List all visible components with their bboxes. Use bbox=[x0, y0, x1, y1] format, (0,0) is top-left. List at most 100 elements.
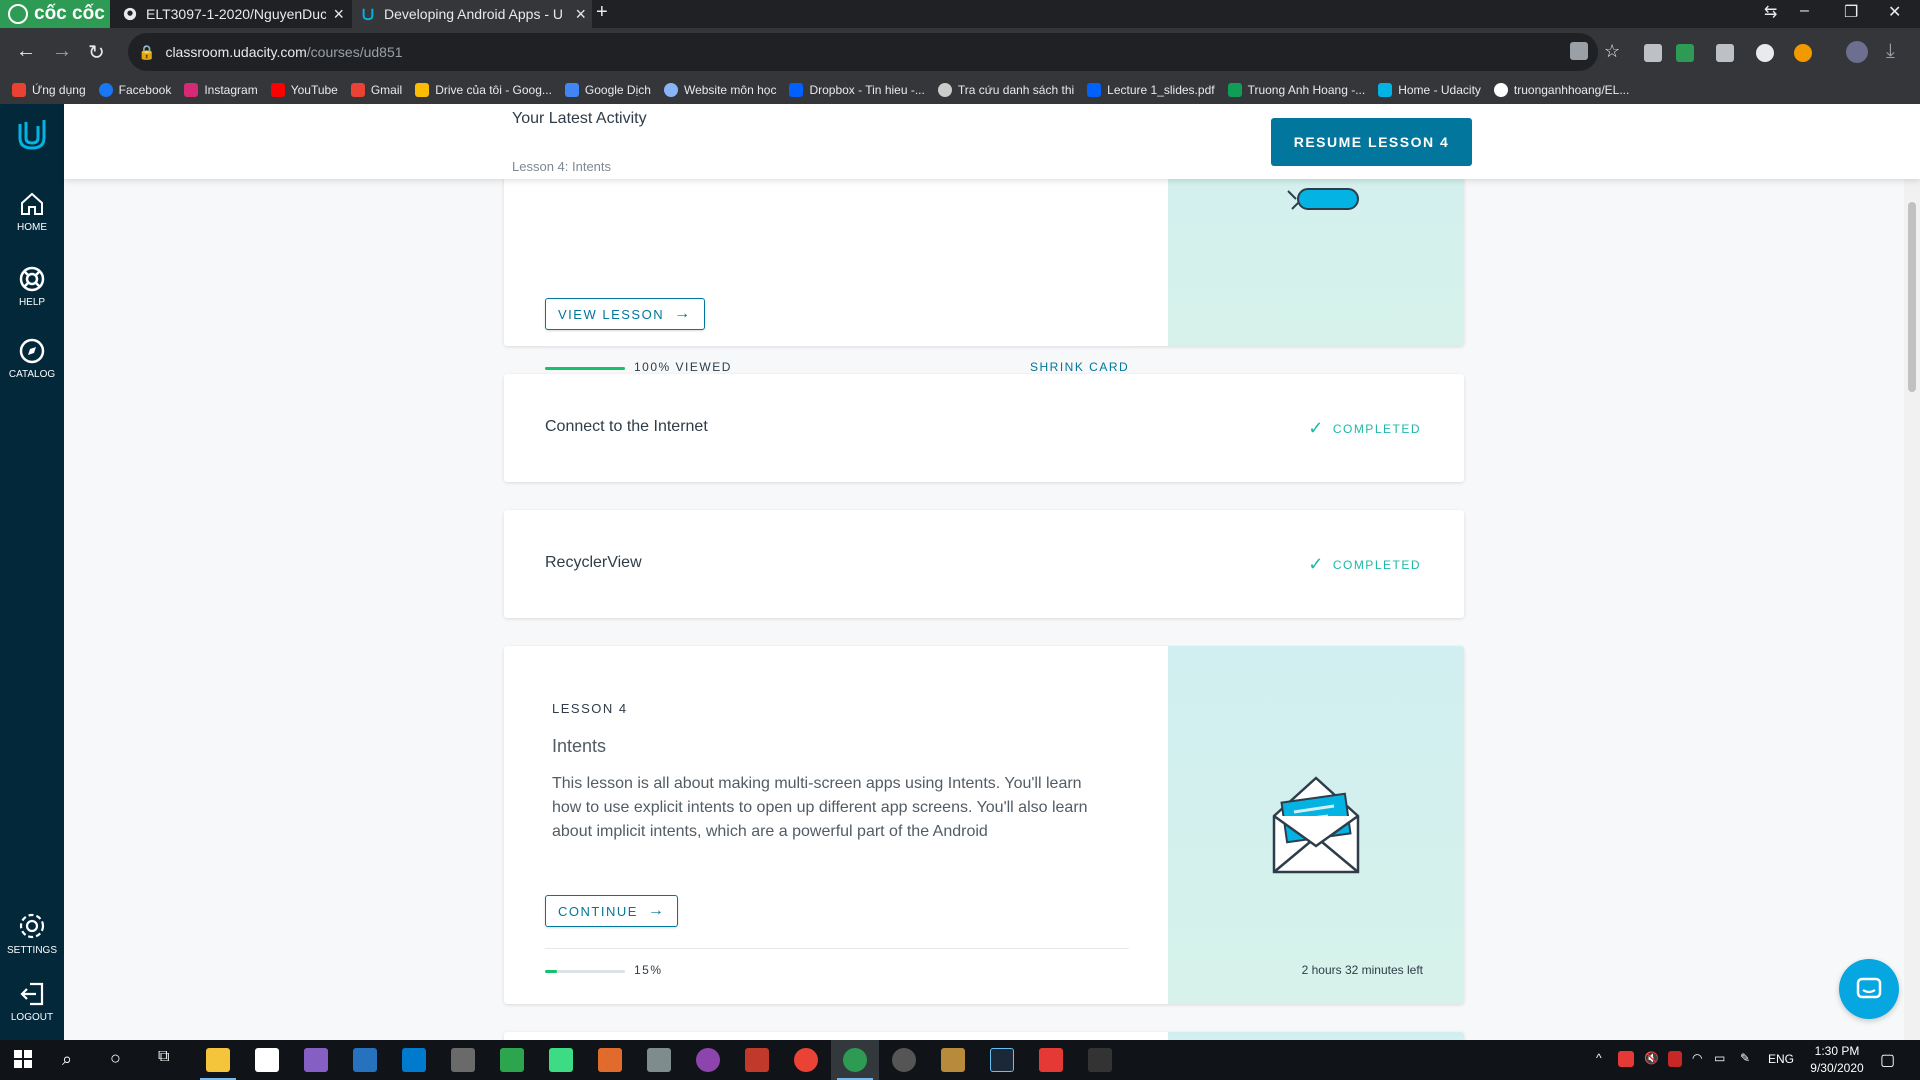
page-scrollbar[interactable] bbox=[1904, 104, 1920, 1040]
bookmark-item[interactable]: truonganhhoang/EL... bbox=[1493, 83, 1629, 97]
bookmark-label: Instagram bbox=[204, 83, 258, 97]
lesson-card-recyclerview[interactable]: RecyclerView ✓ COMPLETED bbox=[504, 510, 1464, 618]
star-icon[interactable]: ☆ bbox=[1604, 41, 1620, 62]
bookmark-item[interactable]: YouTube bbox=[270, 83, 338, 97]
app-icon[interactable] bbox=[500, 1048, 524, 1072]
restore-icon[interactable]: ❐ bbox=[1844, 2, 1858, 22]
android-studio-icon[interactable] bbox=[549, 1048, 573, 1072]
back-icon[interactable]: ← bbox=[16, 40, 36, 63]
bookmark-item[interactable]: Facebook bbox=[98, 83, 171, 97]
sidebar-item-label: HOME bbox=[17, 222, 47, 233]
tab-title: Developing Android Apps - U bbox=[384, 6, 563, 22]
extension-icon[interactable] bbox=[1794, 44, 1812, 62]
sidebar-item-home[interactable]: HOME bbox=[0, 190, 64, 233]
github-icon bbox=[122, 6, 138, 22]
tray-app-icon[interactable] bbox=[1668, 1051, 1682, 1067]
bookmark-label: Lecture 1_slides.pdf bbox=[1107, 83, 1215, 97]
extension-icon[interactable] bbox=[1756, 44, 1774, 62]
tab-search-icon[interactable]: ⇆ bbox=[1764, 2, 1777, 22]
address-bar[interactable]: 🔒 classroom.udacity.com /courses/ud851 bbox=[128, 33, 1598, 71]
sidebar-item-help[interactable]: HELP bbox=[0, 265, 64, 308]
close-icon[interactable]: × bbox=[333, 4, 344, 25]
continue-button[interactable]: CONTINUE → bbox=[545, 895, 679, 927]
chrome-icon[interactable] bbox=[794, 1048, 818, 1072]
bookmark-item[interactable]: Ứng dụng bbox=[12, 83, 86, 97]
tab-github[interactable]: ELT3097-1-2020/NguyenDuc × bbox=[114, 0, 350, 28]
task-view-icon[interactable]: ⧉ bbox=[158, 1048, 169, 1066]
app-icon[interactable] bbox=[451, 1048, 475, 1072]
bookmark-item[interactable]: Instagram bbox=[184, 83, 258, 97]
divider bbox=[545, 346, 1129, 347]
search-icon[interactable]: ⌕ bbox=[62, 1049, 72, 1070]
app-icon[interactable] bbox=[696, 1048, 720, 1072]
translate-icon[interactable] bbox=[1570, 42, 1588, 60]
sidebar-item-settings[interactable]: SETTINGS bbox=[0, 911, 64, 956]
sheets-icon bbox=[1227, 83, 1242, 97]
vscode-icon[interactable] bbox=[402, 1048, 426, 1072]
language-indicator[interactable]: ENG bbox=[1768, 1052, 1794, 1066]
sidebar-item-catalog[interactable]: CATALOG bbox=[0, 337, 64, 380]
app-icon[interactable] bbox=[745, 1048, 769, 1072]
wifi-icon[interactable]: ◠ bbox=[1692, 1051, 1702, 1065]
chevron-up-icon[interactable]: ^ bbox=[1596, 1051, 1602, 1065]
scrollbar-thumb[interactable] bbox=[1908, 202, 1916, 392]
pen-icon[interactable]: ✎ bbox=[1740, 1051, 1750, 1065]
avatar[interactable] bbox=[1846, 41, 1868, 63]
clock-date[interactable]: 9/30/2020 bbox=[1806, 1061, 1868, 1075]
bookmark-item[interactable]: Lecture 1_slides.pdf bbox=[1087, 83, 1215, 97]
app-icon[interactable] bbox=[941, 1048, 965, 1072]
matlab-icon[interactable] bbox=[598, 1048, 622, 1072]
resume-lesson-button[interactable]: RESUME LESSON 4 bbox=[1271, 118, 1472, 166]
terminal-icon[interactable] bbox=[1088, 1048, 1112, 1072]
coccoc-logo[interactable]: cốc cốc bbox=[0, 0, 110, 28]
lesson-card-next[interactable] bbox=[504, 1032, 1464, 1040]
bookmark-item[interactable]: Google Dịch bbox=[564, 83, 651, 97]
bookmark-label: Home - Udacity bbox=[1398, 83, 1481, 97]
app-icon[interactable] bbox=[1039, 1048, 1063, 1072]
download-icon[interactable] bbox=[1676, 44, 1694, 62]
clock-time[interactable]: 1:30 PM bbox=[1812, 1044, 1862, 1058]
window-close-icon[interactable]: ✕ bbox=[1888, 2, 1901, 22]
store-icon[interactable] bbox=[255, 1048, 279, 1072]
drive-icon bbox=[415, 83, 430, 97]
bookmark-item[interactable]: Gmail bbox=[350, 83, 402, 97]
bookmark-item[interactable]: Tra cứu danh sách thi bbox=[937, 83, 1074, 97]
sidebar-item-logout[interactable]: LOGOUT bbox=[0, 980, 64, 1023]
cortana-icon[interactable]: ○ bbox=[110, 1048, 121, 1069]
visual-studio-icon[interactable] bbox=[304, 1048, 328, 1072]
bookmark-item[interactable]: Truong Anh Hoang -... bbox=[1227, 83, 1365, 97]
file-explorer-icon[interactable] bbox=[206, 1048, 230, 1072]
battery-icon[interactable]: ▭ bbox=[1714, 1051, 1725, 1065]
extension-icon[interactable] bbox=[1644, 44, 1662, 62]
bookmark-item[interactable]: Home - Udacity bbox=[1378, 83, 1481, 97]
sidebar: HOME HELP CATALOG SETTINGS LOGOUT bbox=[0, 104, 64, 1040]
coccoc-icon[interactable] bbox=[843, 1048, 867, 1072]
forward-icon[interactable]: → bbox=[52, 40, 72, 63]
obs-icon[interactable] bbox=[892, 1048, 916, 1072]
bookmark-item[interactable]: Dropbox - Tin hieu -... bbox=[789, 83, 925, 97]
bookmark-item[interactable]: Drive của tôi - Goog... bbox=[415, 83, 552, 97]
shrink-card-button[interactable]: SHRINK CARD bbox=[1030, 360, 1129, 374]
view-lesson-label: VIEW LESSON bbox=[558, 306, 665, 322]
view-lesson-button[interactable]: VIEW LESSON → bbox=[545, 298, 705, 330]
minimize-icon[interactable]: – bbox=[1800, 2, 1809, 20]
steam-icon[interactable] bbox=[990, 1048, 1014, 1072]
close-icon[interactable]: × bbox=[575, 4, 586, 25]
downloads-icon[interactable]: ⤓ bbox=[1886, 40, 1895, 63]
tab-udacity[interactable]: Developing Android Apps - U × bbox=[352, 0, 592, 28]
tray-app-icon[interactable] bbox=[1618, 1051, 1634, 1067]
lesson-title: Connect to the Internet bbox=[545, 418, 708, 435]
reload-icon[interactable]: ↻ bbox=[88, 40, 105, 65]
devcpp-icon[interactable] bbox=[353, 1048, 377, 1072]
notification-icon[interactable]: ▢ bbox=[1880, 1050, 1895, 1070]
chat-support-button[interactable] bbox=[1839, 959, 1899, 1019]
volume-muted-icon[interactable]: 🔇 bbox=[1644, 1051, 1659, 1065]
new-tab-icon[interactable]: + bbox=[596, 1, 608, 24]
bookmark-item[interactable]: Website môn học bbox=[663, 83, 776, 97]
udacity-logo-icon[interactable] bbox=[16, 118, 48, 152]
extension-icon[interactable] bbox=[1716, 44, 1734, 62]
lesson-card-connect[interactable]: Connect to the Internet ✓ COMPLETED bbox=[504, 374, 1464, 482]
windows-start-icon[interactable] bbox=[14, 1050, 32, 1073]
app-icon[interactable] bbox=[647, 1048, 671, 1072]
time-left-label: 2 hours 32 minutes left bbox=[1301, 963, 1423, 977]
